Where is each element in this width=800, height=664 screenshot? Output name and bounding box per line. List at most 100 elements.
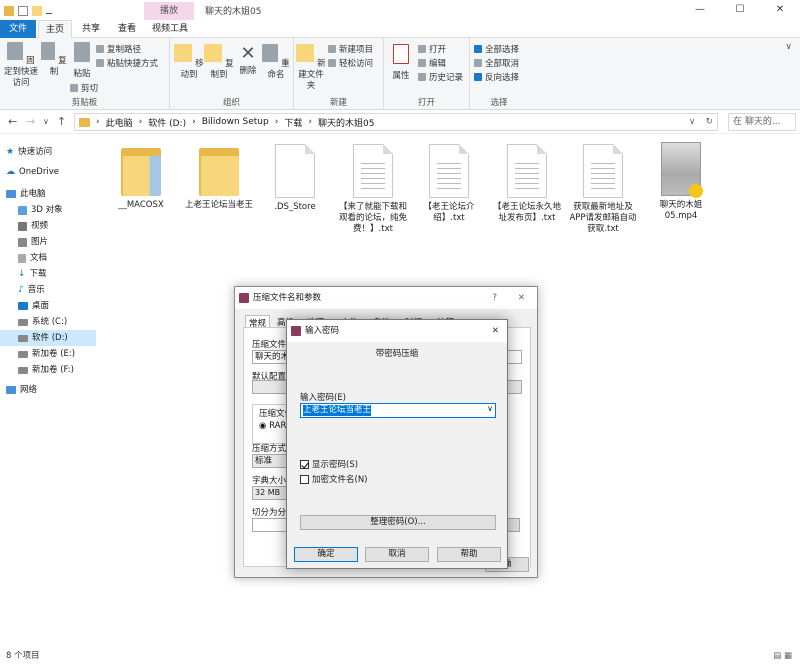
search-input[interactable]: 在 聊天的... [728, 113, 796, 131]
tab-home[interactable]: 主页 [38, 20, 72, 38]
rename-button[interactable]: 重命名 [262, 44, 290, 81]
group-organize: 移动到 复制到 ✕ 删除 重命名 组织 [170, 38, 294, 110]
archive-dialog-titlebar: 压缩文件名和参数 ? ✕ [235, 287, 537, 309]
set-password-button[interactable] [506, 518, 520, 532]
password-input[interactable]: 上老王论坛当老王 ∨ [300, 403, 496, 418]
easy-access-button[interactable]: 轻松访问 [328, 57, 373, 69]
sidebar-item-pictures[interactable]: 图片 [0, 234, 96, 250]
sidebar-item-drive-e[interactable]: 新加卷 (E:) [0, 346, 96, 362]
sidebar-item-3d-objects[interactable]: 3D 对象 [0, 202, 96, 218]
customize-toolbar-icon[interactable] [46, 8, 52, 14]
history-button[interactable]: 历史记录 [418, 71, 463, 83]
delete-button[interactable]: ✕ 删除 [236, 44, 260, 77]
winrar-icon [239, 293, 249, 303]
file-item[interactable]: .DS_Store [260, 142, 330, 213]
sidebar-item-quick-access[interactable]: ★ 快速访问 [0, 144, 96, 160]
sidebar-item-drive-f[interactable]: 新加卷 (F:) [0, 362, 96, 378]
file-item[interactable]: 聊天的木姐05.mp4 [646, 140, 716, 222]
sidebar-item-drive-c[interactable]: 系统 (C:) [0, 314, 96, 330]
navigation-bar: ← → ∨ ↑ › 此电脑 › 软件 (D:) › Bilidown Setup… [0, 110, 800, 134]
edit-button[interactable]: 编辑 [418, 57, 446, 69]
recent-locations-button[interactable]: ∨ [43, 117, 49, 126]
close-button[interactable]: ✕ [492, 320, 499, 342]
sidebar-item-network[interactable]: 网络 [0, 382, 96, 398]
close-button[interactable]: ✕ [518, 287, 525, 309]
tab-file[interactable]: 文件 [0, 20, 36, 38]
select-all-button[interactable]: 全部选择 [474, 43, 519, 55]
move-to-button[interactable]: 移动到 [174, 44, 204, 81]
help-button[interactable]: ? [492, 287, 497, 309]
ok-button[interactable]: 确定 [294, 547, 358, 562]
invert-selection-button[interactable]: 反向选择 [474, 71, 519, 83]
password-dialog-title: 输入密码 [305, 326, 340, 336]
sidebar-item-documents[interactable]: 文档 [0, 250, 96, 266]
cancel-button[interactable]: 取消 [365, 547, 429, 562]
format-rar-radio[interactable]: ◉ RAR [259, 421, 286, 431]
close-button[interactable]: ✕ [760, 0, 800, 20]
document-icon [18, 253, 26, 263]
password-value: 上老王论坛当老王 [303, 405, 372, 416]
breadcrumb-downloads[interactable]: 下载 [284, 116, 302, 129]
music-icon: ♪ [18, 285, 24, 295]
sidebar-item-onedrive[interactable]: ☁ OneDrive [0, 164, 96, 180]
ribbon-expand-icon[interactable]: ∨ [785, 42, 792, 52]
address-dropdown-icon[interactable]: ∨ [689, 117, 696, 127]
show-password-checkbox[interactable]: 显示密码(S) [300, 458, 358, 470]
paste-shortcut-button[interactable]: 粘贴快捷方式 [96, 57, 158, 69]
encrypt-filenames-checkbox[interactable]: 加密文件名(N) [300, 473, 368, 485]
copy-to-label: 复制到 [210, 59, 234, 80]
file-name: 聊天的木姐05.mp4 [659, 200, 703, 221]
new-folder-icon[interactable] [32, 5, 42, 16]
sidebar-item-music[interactable]: ♪ 音乐 [0, 282, 96, 298]
file-item[interactable]: __MACOSX [106, 142, 176, 211]
minimize-button[interactable]: — [680, 0, 720, 20]
show-password-label: 显示密码(S) [312, 460, 359, 470]
file-name: 获取最新地址及APP请发邮箱自动获取.txt [569, 202, 637, 234]
maximize-button[interactable]: ☐ [720, 0, 760, 20]
password-label: 输入密码(E) [300, 393, 347, 403]
properties-button[interactable]: 属性 [388, 44, 414, 82]
open-button[interactable]: 打开 [418, 43, 446, 55]
sidebar-item-desktop[interactable]: 桌面 [0, 298, 96, 314]
breadcrumb-bilidown[interactable]: Bilidown Setup [202, 117, 269, 127]
folder-icon [4, 5, 14, 16]
sidebar-item-this-pc[interactable]: 此电脑 [0, 186, 96, 202]
paste-button[interactable]: 粘贴 [70, 42, 94, 80]
cut-button[interactable]: 剪切 [70, 82, 98, 94]
copy-to-button[interactable]: 复制到 [204, 44, 234, 81]
file-item[interactable]: 【老王论坛永久地址发布页】.txt [492, 142, 562, 224]
file-name: 【老王论坛永久地址发布页】.txt [492, 202, 561, 223]
copy-path-button[interactable]: 复制路径 [96, 43, 141, 55]
file-item[interactable]: 获取最新地址及APP请发邮箱自动获取.txt [568, 142, 638, 235]
sidebar-item-drive-d[interactable]: 软件 (D:) [0, 330, 96, 346]
back-button[interactable]: ← [8, 115, 17, 128]
tab-share[interactable]: 共享 [74, 20, 108, 38]
forward-button[interactable]: → [26, 115, 35, 128]
tab-video-tools[interactable]: 视频工具 [146, 20, 194, 38]
file-item[interactable]: 上老王论坛当老王 [184, 142, 254, 211]
sidebar-item-videos[interactable]: 视频 [0, 218, 96, 234]
password-history-dropdown-icon[interactable]: ∨ [487, 404, 493, 413]
password-dialog: 输入密码 ✕ 带密码压缩 输入密码(E) 上老王论坛当老王 ∨ 显示密码(S) … [286, 319, 508, 569]
refresh-icon[interactable]: ↻ [705, 117, 713, 127]
breadcrumb-drive-d[interactable]: 软件 (D:) [148, 116, 186, 129]
pin-icon [7, 42, 24, 60]
up-button[interactable]: ↑ [57, 115, 66, 128]
breadcrumb-this-pc[interactable]: 此电脑 [106, 116, 133, 129]
pin-quick-access-button[interactable]: 固定到快速访问 [4, 42, 38, 89]
new-folder-button[interactable]: 新建文件夹 [296, 44, 326, 92]
organize-passwords-button[interactable]: 整理密码(O)... [300, 515, 496, 530]
address-bar[interactable]: › 此电脑 › 软件 (D:) › Bilidown Setup › 下载 › … [74, 113, 718, 131]
tab-view[interactable]: 查看 [110, 20, 144, 38]
select-none-button[interactable]: 全部取消 [474, 57, 519, 69]
new-item-button[interactable]: 新建项目 [328, 43, 373, 55]
sidebar-item-downloads[interactable]: ↓ 下载 [0, 266, 96, 282]
help-button[interactable]: 帮助 [437, 547, 501, 562]
breadcrumb-current[interactable]: 聊天的木姐05 [318, 116, 374, 129]
video-icon [18, 221, 27, 231]
copy-button[interactable]: 复制 [40, 42, 68, 78]
file-item[interactable]: 【来了就能下载和观看的论坛，纯免费！】.txt [338, 142, 408, 235]
properties-icon[interactable] [18, 5, 28, 16]
file-item[interactable]: 【老王论坛介绍】.txt [414, 142, 484, 224]
view-toggle-icons[interactable]: ▤ ▦ [773, 648, 792, 664]
